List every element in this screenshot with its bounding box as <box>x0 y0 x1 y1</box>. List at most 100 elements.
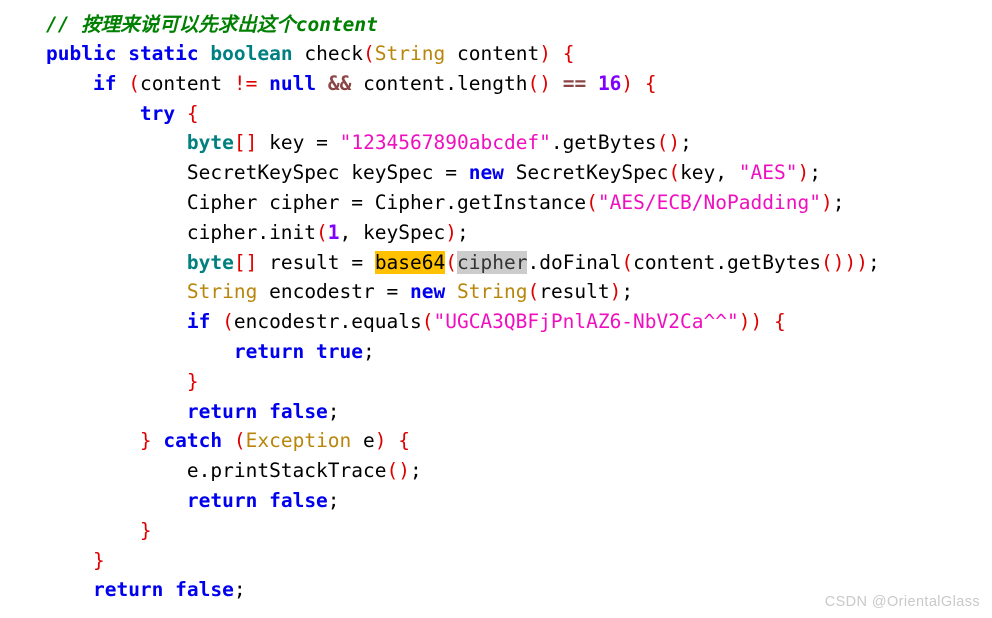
brace: { <box>644 71 657 95</box>
ctor-string: String <box>457 280 528 304</box>
keyword-true: true <box>316 339 364 363</box>
keyword-return: return <box>186 488 258 512</box>
string-transformation: "AES/ECB/NoPadding" <box>597 190 821 214</box>
operator-assign: = <box>386 280 399 304</box>
var-content: content <box>139 71 223 95</box>
semicolon: ; <box>680 131 692 155</box>
keyword-public: public <box>46 42 117 65</box>
keyword-try: try <box>139 101 176 125</box>
bracket: [ <box>233 250 246 274</box>
operator-assign: = <box>351 190 364 214</box>
code-line-18: } <box>0 516 992 546</box>
classname-cipher: Cipher <box>186 190 258 214</box>
highlight-cipher: cipher <box>457 250 528 274</box>
string-key-literal: "1234567890abcdef" <box>339 131 551 155</box>
brace: } <box>139 429 152 453</box>
var-key: key <box>269 131 305 155</box>
paren: ( <box>316 220 328 244</box>
paren: ( <box>586 190 598 214</box>
code-line-10: String encodestr = new String(result); <box>0 277 992 307</box>
brace: { <box>186 101 199 125</box>
expr-length: content.length <box>363 71 528 95</box>
call-cipher-init: cipher.init <box>186 220 317 244</box>
string-aes: "AES" <box>738 161 798 185</box>
paren: ( <box>820 250 833 274</box>
call-printstacktrace: e.printStackTrace <box>186 459 387 483</box>
brace: { <box>398 429 411 453</box>
keyword-false: false <box>269 488 328 512</box>
code-line-8: cipher.init(1, keySpec); <box>0 218 992 248</box>
code-line-17: return false; <box>0 486 992 516</box>
semicolon: ; <box>621 280 634 304</box>
brace: } <box>139 518 152 542</box>
paren: ) <box>621 71 634 95</box>
code-line-19: } <box>0 546 992 576</box>
code-line-7: Cipher cipher = Cipher.getInstance("AES/… <box>0 188 992 218</box>
paren: ) <box>609 280 622 304</box>
code-block: // 按理来说可以先求出这个content public static bool… <box>0 0 992 618</box>
paren: ) <box>539 42 551 65</box>
operator-assign: = <box>316 131 328 155</box>
call-getinstance: Cipher.getInstance <box>374 190 587 214</box>
string-target-hash: "UGCA3QBFjPnlAZ6-NbV2Ca^^" <box>433 310 739 334</box>
paren: ) <box>844 250 857 274</box>
keyword-return: return <box>186 399 258 423</box>
brace: } <box>92 548 105 572</box>
keyword-catch: catch <box>163 429 223 453</box>
keyword-if: if <box>92 71 117 95</box>
keyword-false: false <box>269 399 328 423</box>
paren: ( <box>527 280 540 304</box>
code-line-13: } <box>0 367 992 397</box>
operator-neq: != <box>233 71 258 95</box>
bracket: [ <box>233 131 246 155</box>
paren: ) <box>820 190 833 214</box>
semicolon: ; <box>456 220 469 244</box>
code-line-4: try { <box>0 99 992 129</box>
classname-exception: Exception <box>245 429 352 453</box>
brace: { <box>773 310 786 334</box>
semicolon: ; <box>867 250 880 274</box>
var-encodestr: encodestr <box>269 280 375 304</box>
watermark: CSDN @OrientalGlass <box>824 594 980 610</box>
code-line-3: if (content != null && content.length() … <box>0 69 992 99</box>
paren: ( <box>668 161 681 185</box>
paren: ( <box>445 250 458 274</box>
semicolon: ; <box>409 459 422 483</box>
type-byte: byte <box>186 131 234 155</box>
keyword-new: new <box>410 280 446 304</box>
semicolon: ; <box>832 190 845 214</box>
code-line-12: return true; <box>0 337 992 367</box>
keyword-static: static <box>128 42 199 65</box>
semicolon: ; <box>233 578 246 602</box>
